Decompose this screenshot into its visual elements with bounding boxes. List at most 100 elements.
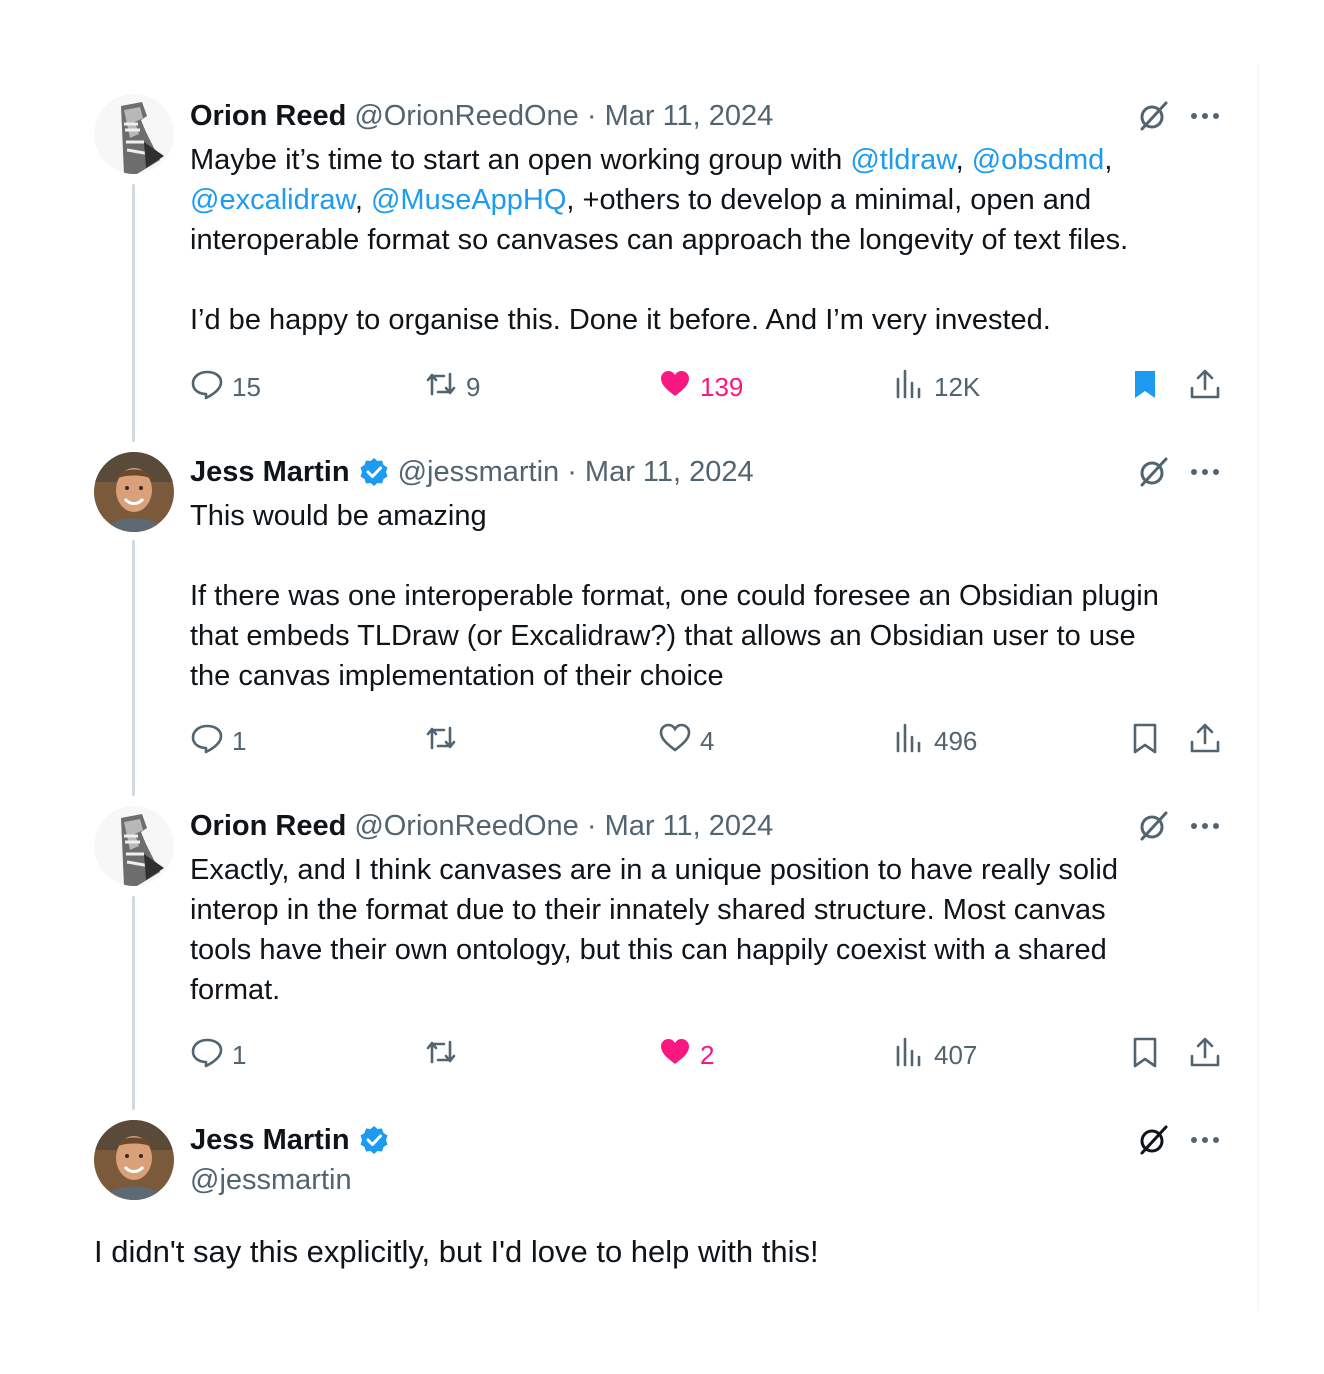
tweet-text-line: @excalidraw, @MuseAppHQ, +others to deve… xyxy=(190,180,1240,220)
author-handle[interactable]: @jessmartin xyxy=(190,1160,352,1200)
timeline-border xyxy=(1258,64,1259,1310)
author-name[interactable]: Jess Martin xyxy=(190,456,350,489)
tweet-text-line: interoperable format so canvases can app… xyxy=(190,220,1240,260)
share-button[interactable] xyxy=(1188,367,1222,407)
text-segment: interop in the format due to their innat… xyxy=(190,894,1106,926)
more-dots-icon[interactable] xyxy=(1188,807,1222,845)
text-segment: This would be amazing xyxy=(190,500,487,532)
reply-bubble-icon xyxy=(190,367,224,408)
mention-link[interactable]: @tldraw xyxy=(850,144,955,176)
reply-bubble-icon xyxy=(190,721,224,762)
mention-link[interactable]: @obsdmd xyxy=(972,144,1105,176)
tweet-top-actions xyxy=(1134,806,1222,846)
views-button[interactable]: 407 xyxy=(892,1035,977,1075)
tweet-text-line: If there was one interoperable format, o… xyxy=(190,576,1240,616)
repost-arrows-icon xyxy=(424,721,458,762)
author-meta[interactable]: @OrionReedOne · Mar 11, 2024 xyxy=(354,810,773,843)
like-button[interactable]: 2 xyxy=(658,1035,714,1075)
tweet-actions: 1 4 496 xyxy=(190,721,1230,761)
tweet-text: This would be amazing If there was one in… xyxy=(190,496,1240,696)
reply-count: 1 xyxy=(232,725,247,756)
text-segment: I’d be happy to organise this. Done it b… xyxy=(190,304,1051,336)
tweet-header: Orion Reed @OrionReedOne · Mar 11, 2024 xyxy=(190,96,773,136)
tweet-actions: 15 9 139 12K xyxy=(190,367,1230,407)
avatar-jess-martin[interactable] xyxy=(94,452,174,532)
views-button[interactable]: 496 xyxy=(892,721,977,761)
mention-link[interactable]: @excalidraw xyxy=(190,184,355,216)
views-chart-icon xyxy=(892,721,926,762)
verified-badge-icon xyxy=(358,1124,390,1156)
thread-connector xyxy=(132,540,135,796)
mention-link[interactable]: @MuseAppHQ xyxy=(371,184,566,216)
more-dots-icon[interactable] xyxy=(1188,1121,1222,1159)
main-tweet-header: Jess Martin xyxy=(190,1120,390,1160)
reply-button[interactable]: 1 xyxy=(190,721,246,761)
grok-slash-icon[interactable] xyxy=(1134,97,1172,135)
thread-connector xyxy=(132,184,135,442)
repost-button[interactable] xyxy=(424,1035,466,1075)
like-button[interactable]: 139 xyxy=(658,367,743,407)
tweet-text-line: Maybe it’s time to start an open working… xyxy=(190,140,1240,180)
views-chart-icon xyxy=(892,367,926,408)
avatar-orion-reed[interactable] xyxy=(94,94,174,174)
tweet-actions: 1 2 407 xyxy=(190,1035,1230,1075)
tweet-text-line: Exactly, and I think canvases are in a u… xyxy=(190,850,1240,890)
text-segment: that embeds TLDraw (or Excalidraw?) that… xyxy=(190,620,1136,652)
verified-badge-icon xyxy=(358,456,390,488)
bookmark-button[interactable] xyxy=(1128,721,1162,761)
bookmark-icon xyxy=(1128,1035,1162,1076)
reply-button[interactable]: 15 xyxy=(190,367,261,407)
repost-arrows-icon xyxy=(424,1035,458,1076)
views-count: 407 xyxy=(934,1039,978,1070)
text-segment: , xyxy=(1104,144,1113,176)
tweet-text-line: the canvas implementation of their choic… xyxy=(190,656,1240,696)
share-button[interactable] xyxy=(1188,1035,1222,1075)
tweet-text-line: format. xyxy=(190,970,1240,1010)
text-segment: Maybe it’s time to start an open working… xyxy=(190,144,851,176)
tweet-header: Jess Martin @jessmartin · Mar 11, 2024 xyxy=(190,452,754,492)
text-segment: format. xyxy=(190,974,281,1006)
bookmark-button[interactable] xyxy=(1128,1035,1162,1075)
grok-slash-icon[interactable] xyxy=(1134,1121,1172,1159)
author-name[interactable]: Orion Reed xyxy=(190,100,346,133)
like-button[interactable]: 4 xyxy=(658,721,714,761)
share-upload-icon xyxy=(1188,721,1222,762)
author-meta[interactable]: @jessmartin · Mar 11, 2024 xyxy=(398,456,754,489)
share-button[interactable] xyxy=(1188,721,1222,761)
text-segment: , xyxy=(354,184,371,216)
reply-count: 1 xyxy=(232,1039,247,1070)
thread-connector xyxy=(132,896,135,1110)
tweet-text: Exactly, and I think canvases are in a u… xyxy=(190,850,1240,1010)
text-segment: interoperable format so canvases can app… xyxy=(190,224,1129,256)
repost-count: 9 xyxy=(466,371,481,402)
grok-slash-icon[interactable] xyxy=(1134,807,1172,845)
tweet-header: Orion Reed @OrionReedOne · Mar 11, 2024 xyxy=(190,806,773,846)
text-segment: , xyxy=(955,144,972,176)
views-button[interactable]: 12K xyxy=(892,367,980,407)
heart-icon xyxy=(658,1035,692,1076)
author-meta[interactable]: @OrionReedOne · Mar 11, 2024 xyxy=(354,100,773,133)
author-name[interactable]: Orion Reed xyxy=(190,810,346,843)
tweet-top-actions xyxy=(1134,96,1222,136)
grok-slash-icon[interactable] xyxy=(1134,453,1172,491)
text-segment: If there was one interoperable format, o… xyxy=(190,580,1159,612)
avatar-jess-martin[interactable] xyxy=(94,1120,174,1200)
main-tweet-text: I didn't say this explicitly, but I'd lo… xyxy=(94,1234,819,1269)
repost-button[interactable] xyxy=(424,721,466,761)
tweet-top-actions xyxy=(1134,452,1222,492)
avatar-orion-reed[interactable] xyxy=(94,806,174,886)
views-chart-icon xyxy=(892,1035,926,1076)
reply-bubble-icon xyxy=(190,1035,224,1076)
repost-button[interactable]: 9 xyxy=(424,367,480,407)
author-name[interactable]: Jess Martin xyxy=(190,1124,350,1157)
tweet-text-line: This would be amazing xyxy=(190,496,1240,536)
more-dots-icon[interactable] xyxy=(1188,97,1222,135)
heart-icon xyxy=(658,367,692,408)
tweet-text-line: I’d be happy to organise this. Done it b… xyxy=(190,300,1240,340)
reply-button[interactable]: 1 xyxy=(190,1035,246,1075)
more-dots-icon[interactable] xyxy=(1188,453,1222,491)
text-segment: tools have their own ontology, but this … xyxy=(190,934,1107,966)
bookmark-button[interactable] xyxy=(1128,367,1162,407)
tweet-top-actions xyxy=(1134,1120,1222,1160)
